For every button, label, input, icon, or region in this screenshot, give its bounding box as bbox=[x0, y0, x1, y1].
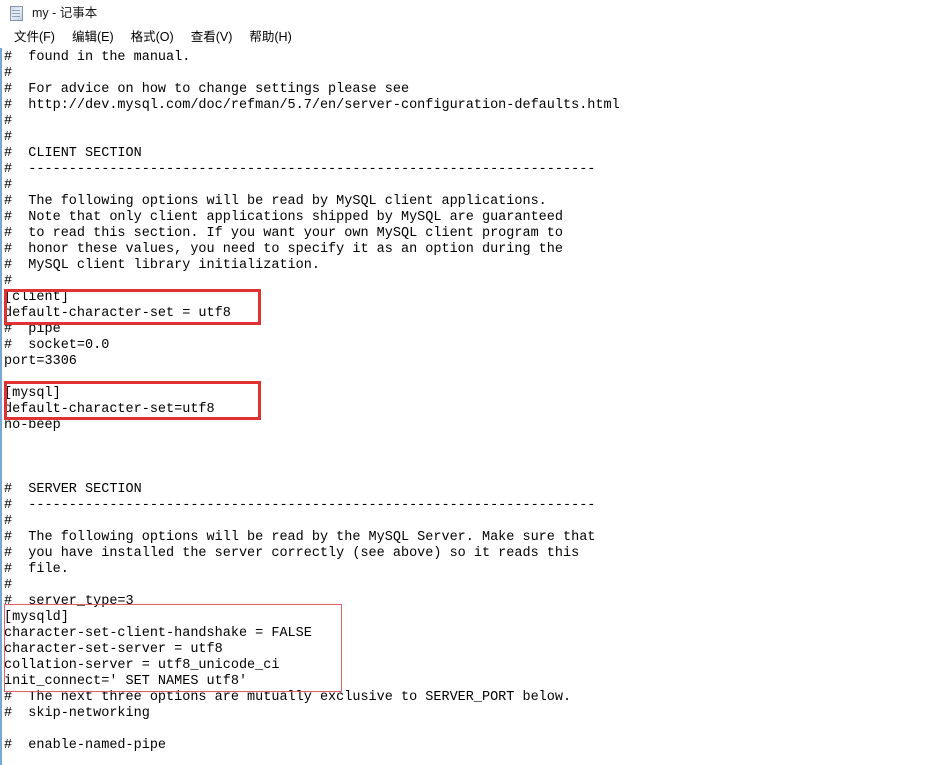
text-line: character-set-client-handshake = FALSE bbox=[4, 626, 312, 641]
text-line: # you have installed the server correctl… bbox=[4, 546, 580, 561]
text-line: # The next three options are mutually ex… bbox=[4, 690, 572, 705]
text-line: # http://dev.mysql.com/doc/refman/5.7/en… bbox=[4, 98, 620, 113]
text-line: # skip-networking bbox=[4, 706, 150, 721]
text-line: # The following options will be read by … bbox=[4, 194, 547, 209]
text-line: # For advice on how to change settings p… bbox=[4, 82, 410, 97]
text-line: # bbox=[4, 514, 13, 529]
text-line: # MySQL client library initialization. bbox=[4, 258, 320, 273]
text-line: default-character-set=utf8 bbox=[4, 402, 215, 417]
text-line: character-set-server = utf8 bbox=[4, 642, 223, 657]
text-line: # pipe bbox=[4, 322, 61, 337]
window-title: my - 记事本 bbox=[32, 6, 98, 21]
text-line: # The following options will be read by … bbox=[4, 530, 596, 545]
text-line: # Note that only client applications shi… bbox=[4, 210, 563, 225]
menu-item-format[interactable]: 格式(O) bbox=[123, 29, 183, 46]
text-line: # bbox=[4, 66, 13, 81]
text-line: default-character-set = utf8 bbox=[4, 306, 231, 321]
menu-bar: 文件(F) 编辑(E) 格式(O) 查看(V) 帮助(H) bbox=[0, 27, 935, 48]
text-editor-area[interactable]: # found in the manual. # # For advice on h… bbox=[0, 48, 935, 765]
text-line bbox=[4, 450, 620, 466]
text-line: [mysqld] bbox=[4, 610, 69, 625]
title-bar: my - 记事本 bbox=[0, 0, 935, 27]
notepad-icon bbox=[9, 5, 25, 22]
menu-item-view[interactable]: 查看(V) bbox=[183, 29, 242, 46]
text-line: # --------------------------------------… bbox=[4, 498, 596, 513]
text-line bbox=[4, 466, 620, 482]
text-line: # bbox=[4, 274, 13, 289]
text-line: # bbox=[4, 178, 13, 193]
text-line: # server_type=3 bbox=[4, 594, 134, 609]
text-line: # bbox=[4, 114, 13, 129]
text-line: # to read this section. If you want your… bbox=[4, 226, 563, 241]
text-line: # enable-named-pipe bbox=[4, 738, 167, 753]
notepad-window: my - 记事本 文件(F) 编辑(E) 格式(O) 查看(V) 帮助(H) #… bbox=[0, 0, 935, 765]
text-line: init_connect=' SET NAMES utf8' bbox=[4, 674, 248, 689]
menu-item-file[interactable]: 文件(F) bbox=[6, 29, 64, 46]
text-line: [mysql] bbox=[4, 386, 61, 401]
text-line: # found in the manual. bbox=[4, 50, 191, 65]
text-line: collation-server = utf8_unicode_ci bbox=[4, 658, 280, 673]
text-line: # --------------------------------------… bbox=[4, 162, 596, 177]
text-line: # CLIENT SECTION bbox=[4, 146, 142, 161]
text-line: # bbox=[4, 130, 13, 145]
text-line bbox=[4, 370, 620, 386]
text-line bbox=[4, 722, 620, 738]
text-line: [client] bbox=[4, 290, 69, 305]
text-line: # socket=0.0 bbox=[4, 338, 110, 353]
document-text[interactable]: # found in the manual. # # For advice on h… bbox=[2, 50, 620, 754]
text-line: # SERVER SECTION bbox=[4, 482, 142, 497]
text-line: # honor these values, you need to specif… bbox=[4, 242, 563, 257]
text-line: # file. bbox=[4, 562, 69, 577]
text-line: # bbox=[4, 578, 13, 593]
text-line: port=3306 bbox=[4, 354, 77, 369]
menu-item-help[interactable]: 帮助(H) bbox=[241, 29, 300, 46]
text-line bbox=[4, 434, 620, 450]
text-line: no-beep bbox=[4, 418, 61, 433]
menu-item-edit[interactable]: 编辑(E) bbox=[64, 29, 123, 46]
